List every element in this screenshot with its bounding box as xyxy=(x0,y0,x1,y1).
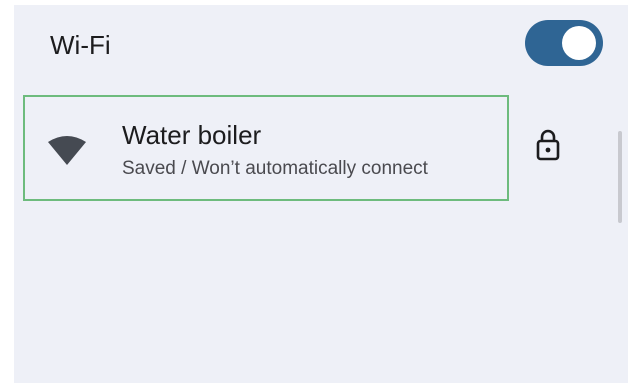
toggle-thumb xyxy=(562,26,596,60)
network-name: Water boiler xyxy=(122,120,262,150)
wifi-toggle-row[interactable]: Wi-Fi xyxy=(14,5,628,85)
wifi-title: Wi-Fi xyxy=(50,30,111,60)
wifi-toggle-switch[interactable] xyxy=(525,20,603,66)
network-item-water-boiler[interactable]: Water boiler Saved / Won’t automatically… xyxy=(23,95,509,201)
lock-icon xyxy=(536,129,560,161)
network-status: Saved / Won’t automatically connect xyxy=(122,158,428,179)
wifi-signal-icon xyxy=(48,136,86,165)
wifi-settings-screen: Wi-Fi Water boiler Saved / Won’t automat… xyxy=(14,5,628,383)
scrollbar[interactable] xyxy=(618,131,622,223)
